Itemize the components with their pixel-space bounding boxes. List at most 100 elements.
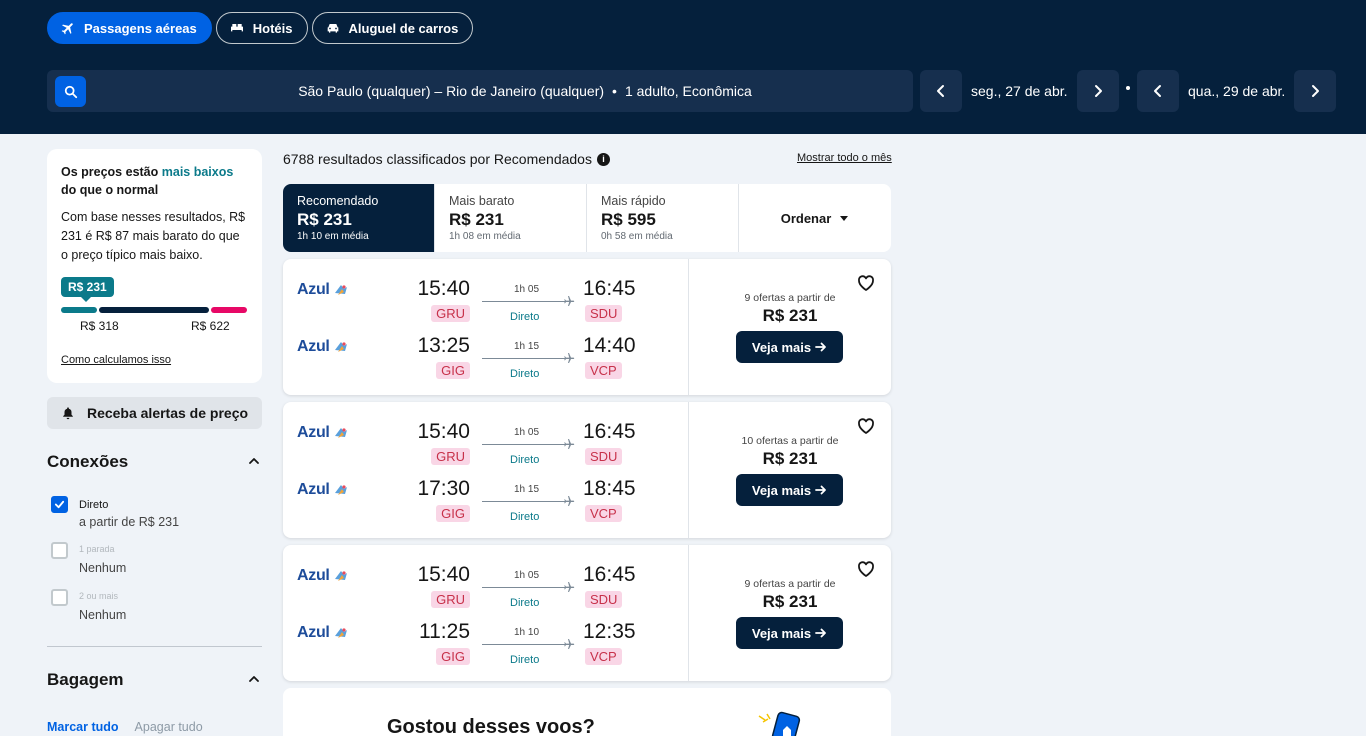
return-next-button[interactable] bbox=[1294, 70, 1337, 112]
nav-car-rental-label: Aluguel de carros bbox=[348, 20, 459, 36]
select-all-link[interactable]: Marcar tudo bbox=[47, 720, 119, 734]
filter-two-plus-checkbox[interactable] bbox=[51, 589, 68, 606]
plane-icon bbox=[564, 353, 575, 363]
departure-time: 15:40 bbox=[417, 563, 470, 586]
chevron-left-icon bbox=[937, 85, 944, 97]
arrival-time: 12:35 bbox=[583, 620, 636, 643]
show-whole-month-link[interactable]: Mostrar todo o mês bbox=[797, 152, 892, 164]
tab-cheapest[interactable]: Mais barato R$ 231 1h 08 em média bbox=[435, 184, 587, 252]
flight-duration: 1h 05 bbox=[514, 570, 540, 581]
arrival-airport-code: VCP bbox=[585, 648, 622, 665]
bell-icon bbox=[63, 407, 73, 420]
depart-date[interactable]: seg., 27 de abr. bbox=[962, 83, 1077, 99]
nav-flights-tab[interactable]: Passagens aéreas bbox=[47, 12, 212, 44]
flight-path-line bbox=[482, 301, 566, 302]
airline-logo-icon bbox=[334, 342, 347, 352]
flight-duration: 1h 10 bbox=[514, 627, 540, 638]
airline-logo-icon bbox=[334, 628, 347, 638]
baggage-select-links: Marcar tudo Apagar tudo bbox=[47, 720, 203, 734]
arrow-right-icon bbox=[815, 628, 827, 638]
offers-count: 9 ofertas a partir de bbox=[744, 292, 836, 304]
heart-icon[interactable] bbox=[856, 559, 876, 579]
sort-tabs: Recomendado R$ 231 1h 10 em média Mais b… bbox=[283, 184, 891, 252]
departure-time: 13:25 bbox=[417, 334, 470, 357]
tab-label: Recomendado bbox=[297, 194, 379, 208]
flight-result-card[interactable]: Azul 15:40 GRU 1h 05 Direto 16:45 SDU Az… bbox=[283, 259, 891, 395]
clear-all-link[interactable]: Apagar tudo bbox=[135, 720, 203, 734]
departure-time: 15:40 bbox=[417, 420, 470, 443]
flight-result-card[interactable]: Azul 15:40 GRU 1h 05 Direto 16:45 SDU Az… bbox=[283, 545, 891, 681]
flight-duration: 1h 15 bbox=[514, 484, 540, 495]
depart-prev-button[interactable] bbox=[920, 70, 962, 112]
return-date[interactable]: qua., 29 de abr. bbox=[1179, 83, 1294, 99]
plane-icon bbox=[564, 296, 575, 306]
how-we-calculate-link[interactable]: Como calculamos isso bbox=[61, 354, 171, 366]
filter-direct-price: a partir de R$ 231 bbox=[79, 515, 180, 529]
airline-logo-icon bbox=[334, 428, 347, 438]
airline-name: Azul bbox=[297, 481, 330, 498]
see-more-button[interactable]: Veja mais bbox=[736, 617, 843, 649]
price-insight-body: Com base nesses resultados, R$ 231 é R$ … bbox=[61, 210, 246, 262]
airline: Azul bbox=[297, 481, 349, 499]
price-range-bar bbox=[61, 307, 247, 313]
nav-hotels-tab[interactable]: Hotéis bbox=[215, 12, 308, 44]
arrow-right-icon bbox=[815, 342, 827, 352]
tab-recommended[interactable]: Recomendado R$ 231 1h 10 em média bbox=[283, 184, 435, 252]
filter-two-plus-price: Nenhum bbox=[79, 608, 127, 622]
airline: Azul bbox=[297, 424, 349, 442]
tab-fastest[interactable]: Mais rápido R$ 595 0h 58 em média bbox=[587, 184, 739, 252]
chevron-up-icon[interactable] bbox=[248, 673, 260, 685]
see-more-button[interactable]: Veja mais bbox=[736, 331, 843, 363]
flight-result-card[interactable]: Azul 15:40 GRU 1h 05 Direto 16:45 SDU Az… bbox=[283, 402, 891, 538]
price-range-high-label: R$ 622 bbox=[191, 319, 230, 333]
tab-price: R$ 595 bbox=[601, 210, 656, 229]
arrival-time: 14:40 bbox=[583, 334, 636, 357]
airline-name: Azul bbox=[297, 567, 330, 584]
price-alert-button[interactable]: Receba alertas de preço bbox=[47, 397, 262, 429]
search-separator: • bbox=[612, 83, 617, 99]
filter-one-stop-checkbox[interactable] bbox=[51, 542, 68, 559]
info-icon[interactable]: i bbox=[596, 152, 610, 166]
arrival-time: 16:45 bbox=[583, 277, 636, 300]
flight-leg: Azul 15:40 GRU 1h 05 Direto 16:45 SDU bbox=[283, 549, 688, 609]
airline: Azul bbox=[297, 567, 349, 585]
card-price: R$ 231 bbox=[762, 449, 818, 468]
heart-icon[interactable] bbox=[856, 273, 876, 293]
flight-path-line bbox=[482, 358, 566, 359]
nav-car-rental-tab[interactable]: Aluguel de carros bbox=[311, 12, 474, 44]
price-alert-label: Receba alertas de preço bbox=[86, 405, 249, 421]
sort-dropdown[interactable]: Ordenar bbox=[739, 184, 891, 252]
filter-two-plus-label: 2 ou mais bbox=[79, 591, 119, 601]
tab-price: R$ 231 bbox=[449, 210, 504, 229]
flight-leg: Azul 15:40 GRU 1h 05 Direto 16:45 SDU bbox=[283, 263, 688, 323]
card-divider bbox=[688, 402, 689, 538]
price-insight-headline: Os preços estão mais baixos do que o nor… bbox=[61, 163, 248, 199]
see-more-button[interactable]: Veja mais bbox=[736, 474, 843, 506]
chevron-up-icon[interactable] bbox=[248, 455, 260, 467]
feedback-promo: Gostou desses voos? bbox=[283, 688, 891, 736]
arrow-right-icon bbox=[815, 485, 827, 495]
see-more-label: Veja mais bbox=[751, 339, 812, 355]
tab-label: Mais rápido bbox=[601, 194, 666, 208]
airline-logo-icon bbox=[334, 485, 347, 495]
search-passengers: 1 adulto, Econômica bbox=[624, 83, 752, 99]
departure-airport-code: GIG bbox=[436, 505, 470, 522]
flight-path-line bbox=[482, 587, 566, 588]
baggage-heading: Bagagem bbox=[47, 670, 124, 689]
return-date-nav: qua., 29 de abr. bbox=[1137, 70, 1337, 112]
airline-name: Azul bbox=[297, 338, 330, 355]
flight-duration: 1h 05 bbox=[514, 284, 540, 295]
airline: Azul bbox=[297, 338, 349, 356]
return-prev-button[interactable] bbox=[1137, 70, 1179, 112]
arrival-airport-code: VCP bbox=[585, 362, 622, 379]
departure-time: 17:30 bbox=[417, 477, 470, 500]
date-separator bbox=[1126, 86, 1130, 90]
depart-next-button[interactable] bbox=[1076, 70, 1119, 112]
arrival-time: 16:45 bbox=[583, 420, 636, 443]
card-price: R$ 231 bbox=[762, 306, 818, 325]
filter-one-stop-price: Nenhum bbox=[79, 561, 127, 575]
search-summary-bar[interactable]: São Paulo (qualquer) – Rio de Janeiro (q… bbox=[47, 70, 913, 112]
heart-icon[interactable] bbox=[856, 416, 876, 436]
filter-direct-checkbox[interactable] bbox=[51, 496, 68, 513]
headline-highlight: mais baixos bbox=[161, 165, 234, 179]
